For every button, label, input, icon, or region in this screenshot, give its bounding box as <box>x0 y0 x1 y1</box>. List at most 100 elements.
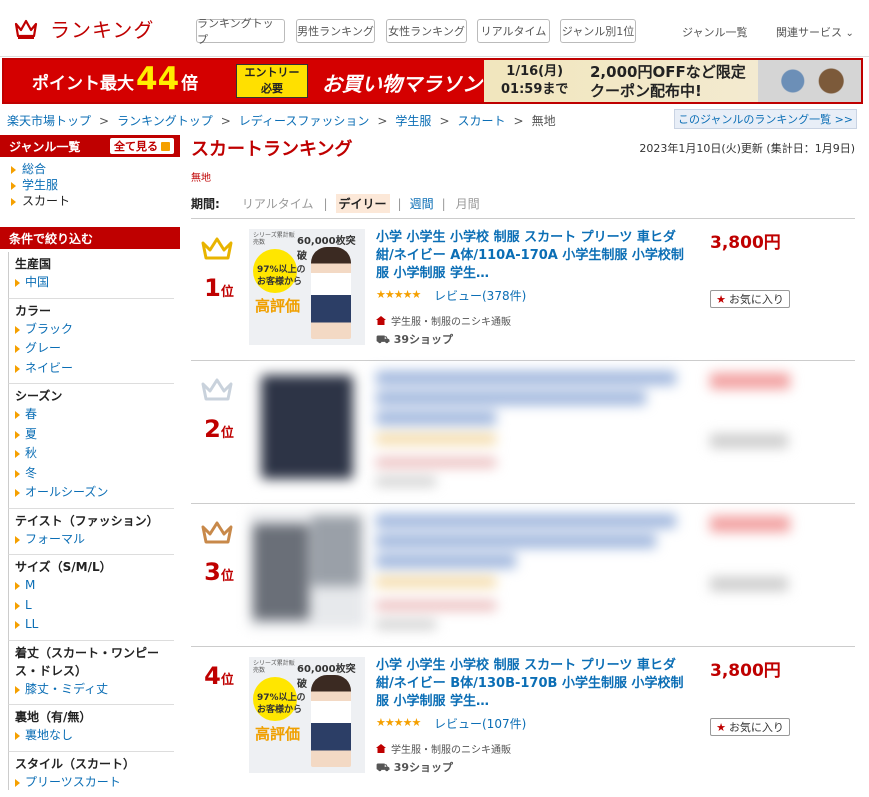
filter-option[interactable]: 膝丈・ミディ丈 <box>15 680 174 700</box>
product-thumbnail[interactable]: シリーズ累計販売数 60,000枚突破 97%以上の お客様から 高評価 <box>249 657 365 773</box>
silver-crown-icon <box>201 378 233 401</box>
breadcrumb-skirt[interactable]: スカート <box>458 114 506 128</box>
filter-option[interactable]: 春 <box>15 405 174 425</box>
breadcrumb-rakuten-top[interactable]: 楽天市場トップ <box>7 114 91 128</box>
updated-date: 2023年1月10日(火)更新 (集計日：1月9日) <box>639 142 855 155</box>
ranking-logo[interactable]: ランキング <box>14 14 154 43</box>
rating-stars: ★★★★★ <box>376 288 421 301</box>
genre-ranking-list-link[interactable]: このジャンルのランキング一覧 >> <box>674 109 857 129</box>
thumb-eval: 高評価 <box>255 725 301 743</box>
filter-option[interactable]: 中国 <box>15 273 174 293</box>
period-daily[interactable]: デイリー <box>335 194 390 213</box>
date-line1: 1/16(月) <box>506 64 564 79</box>
filter-option[interactable]: 夏 <box>15 425 174 445</box>
genre-item-all[interactable]: 総合 <box>10 161 180 177</box>
banner-products-image <box>764 62 860 100</box>
product-thumbnail[interactable]: シリーズ累計販売数 60,000枚突破 97%以上の お客様から 高評価 <box>249 229 365 345</box>
filter-group-color: カラー ブラック グレー ネイビー <box>8 298 174 384</box>
filter-group-title: 着丈（スカート・ワンピース・ドレス） <box>15 645 160 678</box>
filter-group-title: 裏地（有/無） <box>15 710 92 724</box>
nav-genre-first[interactable]: ジャンル別1位 <box>560 19 636 43</box>
shop-name: 学生服・制服のニシキ通販 <box>391 317 511 328</box>
title-placeholder <box>376 371 676 385</box>
breadcrumb-ladies[interactable]: レディースファッション <box>239 114 370 128</box>
product-title[interactable]: 小学 小学生 小学校 制服 スカート プリーツ 車ヒダ 紺/ネイビー A体/11… <box>376 229 686 283</box>
rank-value: 2 <box>204 415 221 443</box>
related-services-label: 関連サービス <box>776 26 842 39</box>
fav-placeholder <box>710 434 788 448</box>
nav-ranking-top[interactable]: ランキングトップ <box>196 17 285 46</box>
point-number: 44 <box>136 61 180 97</box>
nav-female-ranking[interactable]: 女性ランキング <box>386 19 467 43</box>
rank-number: 2位 <box>199 415 239 443</box>
date-line2: 01:59まで <box>501 82 569 97</box>
offer-line2: クーポン配布中! <box>590 82 702 100</box>
filter-option[interactable]: プリーツスカート <box>15 773 174 791</box>
filter-option[interactable]: 裏地なし <box>15 726 174 746</box>
filter-option[interactable]: LL <box>15 615 174 635</box>
show-all-button[interactable]: 全て見る <box>110 138 174 154</box>
breadcrumb-ranking-top[interactable]: ランキングトップ <box>117 114 213 128</box>
filter-group-title: 生産国 <box>15 257 52 271</box>
product-title[interactable]: 小学 小学生 小学校 制服 スカート プリーツ 車ヒダ 紺/ネイビー B体/13… <box>376 657 686 711</box>
filter-option[interactable]: 冬 <box>15 464 174 484</box>
period-selector: 期間: リアルタイム | デイリー | 週間 | 月間 <box>191 189 855 219</box>
shop-link[interactable]: 学生服・制服のニシキ通販 <box>376 313 511 328</box>
product-thumbnail-blurred[interactable] <box>249 369 365 485</box>
period-monthly[interactable]: 月間 <box>454 195 482 212</box>
genre-item-uniform[interactable]: 学生服 <box>10 177 180 193</box>
star-icon: ★ <box>716 720 726 734</box>
nav-realtime[interactable]: リアルタイム <box>477 19 550 43</box>
point-promo: ポイント最大 44 倍 <box>32 64 198 95</box>
breadcrumb-separator: > <box>377 114 388 128</box>
filter-option[interactable]: ブラック <box>15 320 174 340</box>
period-realtime[interactable]: リアルタイム <box>240 195 316 212</box>
filter-group-season: シーズン 春 夏 秋 冬 オールシーズン <box>8 384 174 509</box>
rating-placeholder <box>376 434 496 444</box>
rank-unit: 位 <box>220 673 234 688</box>
entry-required-badge: エントリー 必要 <box>236 64 308 98</box>
filter-option[interactable]: グレー <box>15 339 174 359</box>
title-placeholder <box>376 514 676 528</box>
rank-number: 3位 <box>199 558 239 586</box>
thumb-pct2: お客様から <box>257 277 303 287</box>
genre-list-link[interactable]: ジャンル一覧 <box>682 24 747 40</box>
filter-option[interactable]: フォーマル <box>15 530 174 550</box>
filter-group-country: 生産国 中国 <box>8 252 174 299</box>
filter-option[interactable]: M <box>15 576 174 596</box>
point-prefix: ポイント最大 <box>32 74 134 94</box>
filter-header: 条件で絞り込む <box>0 227 180 249</box>
filter-group-title: サイズ（S/M/L） <box>15 560 112 574</box>
title-placeholder <box>376 391 646 405</box>
filter-group-title: カラー <box>15 303 52 318</box>
filter-option[interactable]: 秋 <box>15 444 174 464</box>
favorite-button[interactable]: ★ お気に入り <box>710 290 790 308</box>
nav-male-ranking[interactable]: 男性ランキング <box>296 19 375 43</box>
genre-list: 総合 学生服 スカート <box>0 157 180 215</box>
marathon-title: お買い物マラソン <box>322 72 482 96</box>
shop-link[interactable]: 学生服・制服のニシキ通販 <box>376 741 511 756</box>
shipping-badge: ⛟ 39ショップ <box>376 759 453 776</box>
period-weekly[interactable]: 週間 <box>410 195 434 212</box>
filter-title: 条件で絞り込む <box>9 231 94 246</box>
breadcrumb-school-uniform[interactable]: 学生服 <box>395 114 431 128</box>
genre-item-skirt[interactable]: スカート <box>10 193 180 209</box>
chevron-down-icon: ⌄ <box>845 28 854 39</box>
filter-option[interactable]: ネイビー <box>15 359 174 379</box>
entry-line1: エントリー <box>244 66 300 79</box>
breadcrumb-plain: 無地 <box>531 114 556 128</box>
shipping-text: 39ショップ <box>393 333 453 346</box>
related-services-menu[interactable]: 関連サービス ⌄ <box>776 24 854 40</box>
filter-option[interactable]: L <box>15 596 174 616</box>
skirt-image <box>261 375 353 479</box>
ranking-item: 4位 シリーズ累計販売数 60,000枚突破 97%以上の お客様から 高評価 … <box>191 647 855 797</box>
thumb-badge-small: シリーズ累計販売数 <box>253 660 295 674</box>
favorite-button[interactable]: ★ お気に入り <box>710 718 790 736</box>
review-count-link[interactable]: レビュー(107件) <box>434 715 526 732</box>
thumb-girl-image <box>311 247 351 339</box>
breadcrumb-separator: > <box>439 114 450 128</box>
product-thumbnail-blurred[interactable] <box>249 512 365 628</box>
filter-option[interactable]: オールシーズン <box>15 483 174 503</box>
marathon-banner[interactable]: ポイント最大 44 倍 エントリー 必要 お買い物マラソン 1/16(月) 01… <box>2 58 863 104</box>
review-count-link[interactable]: レビュー(378件) <box>434 287 526 304</box>
